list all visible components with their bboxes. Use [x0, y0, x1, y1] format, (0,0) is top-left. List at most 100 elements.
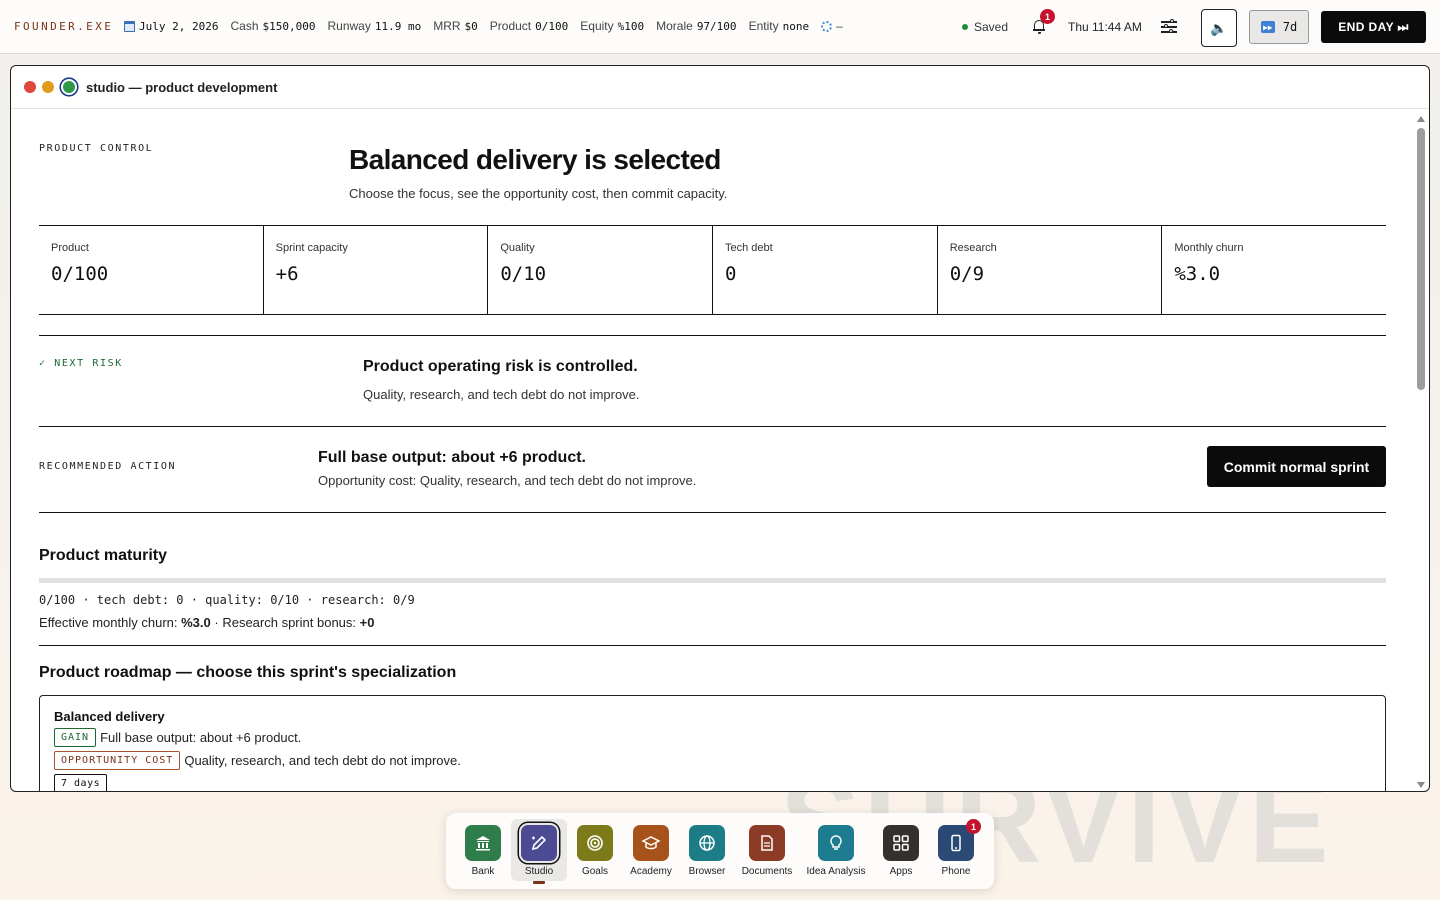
dock-item-academy[interactable]: Academy — [623, 819, 679, 881]
lightbulb-icon — [818, 825, 854, 861]
stat-label: Equity — [580, 19, 614, 33]
active-indicator — [533, 881, 545, 884]
dock-item-idea-analysis[interactable]: Idea Analysis — [803, 819, 869, 881]
minimize-window-button[interactable] — [42, 81, 54, 93]
dock-item-browser[interactable]: Browser — [679, 819, 735, 881]
scroll-up-arrow-icon[interactable] — [1417, 116, 1425, 122]
recommended-action-kicker: RECOMMENDED ACTION — [39, 461, 177, 472]
clock: Thu 11:44 AM — [1068, 20, 1142, 34]
gain-tag: GAIN — [54, 728, 97, 747]
stat-equity: Equity %100 — [580, 19, 644, 33]
stat-label: Morale — [656, 19, 693, 33]
save-status-label: Saved — [974, 20, 1009, 34]
stat-product: Product 0/100 — [490, 19, 568, 33]
studio-window: studio — product development PRODUCT CON… — [10, 65, 1430, 792]
stat-label: MRR — [433, 19, 461, 33]
stat-label: Cash — [230, 19, 259, 33]
duration-tag: 7 days — [54, 774, 108, 791]
sound-toggle-button[interactable]: 🔈 — [1201, 9, 1237, 47]
metric-label: Product — [51, 242, 89, 254]
end-day-button[interactable]: END DAY ⏭ — [1321, 11, 1426, 43]
notifications-button[interactable]: 1 — [1030, 9, 1055, 38]
divider — [39, 645, 1386, 646]
window-title: studio — product development — [86, 79, 278, 95]
cost-text: Quality, research, and tech debt do not … — [184, 753, 461, 768]
gain-text: Full base output: about +6 product. — [100, 730, 302, 745]
roadmap-option-title: Balanced delivery — [54, 709, 165, 724]
next-risk-title: Product operating risk is controlled. — [363, 358, 638, 375]
cost-row: OPPORTUNITY COST Quality, research, and … — [54, 751, 1371, 770]
close-window-button[interactable] — [24, 81, 36, 93]
stat-label: Entity — [748, 19, 779, 33]
page-title: Balanced delivery is selected — [349, 144, 721, 175]
metric-value: +6 — [275, 263, 299, 285]
top-bar: FOUNDER.EXE July 2, 2026 Cash $150,000 Ru… — [0, 0, 1440, 54]
dock-item-bank[interactable]: Bank — [455, 819, 511, 881]
target-icon — [577, 825, 613, 861]
globe-icon — [689, 825, 725, 861]
page-subtitle: Choose the focus, see the opportunity co… — [349, 186, 728, 201]
dock-item-phone[interactable]: 1 Phone — [928, 819, 984, 881]
metric-label: Tech debt — [725, 242, 773, 254]
pen-tool-icon — [521, 825, 557, 861]
time-speed-button[interactable]: ▶▶ 7d — [1249, 10, 1309, 44]
dock-label: Academy — [630, 866, 672, 877]
bonus-value: +0 — [359, 615, 375, 630]
time-speed-label: 7d — [1282, 20, 1298, 34]
maturity-progress-bar — [39, 578, 1386, 583]
metric-monthly-churn: Monthly churn %3.0 — [1161, 226, 1386, 314]
next-risk-subtitle: Quality, research, and tech debt do not … — [363, 387, 640, 402]
commit-sprint-button[interactable]: Commit normal sprint — [1207, 446, 1386, 487]
gain-row: GAIN Full base output: about +6 product. — [54, 728, 1371, 747]
recommended-action-title: Full base output: about +6 product. — [318, 449, 586, 466]
scroll-down-arrow-icon[interactable] — [1417, 782, 1425, 788]
metric-label: Sprint capacity — [275, 242, 348, 254]
sync-icon — [821, 20, 833, 32]
notification-badge: 1 — [1040, 9, 1055, 24]
sync-value: – — [836, 19, 843, 33]
metric-tech-debt: Tech debt 0 — [712, 226, 937, 314]
dock-item-goals[interactable]: Goals — [567, 819, 623, 881]
stat-mrr: MRR $0 — [433, 19, 478, 33]
recommended-action-section: RECOMMENDED ACTION Full base output: abo… — [39, 427, 1386, 513]
dock-item-studio[interactable]: Studio — [511, 819, 567, 884]
bonus-label: · Research sprint bonus: — [214, 615, 357, 630]
dock-item-apps[interactable]: Apps — [873, 819, 929, 881]
stat-label: Runway — [327, 19, 371, 33]
churn-label: Effective monthly churn: — [39, 615, 178, 630]
settings-sliders-icon[interactable] — [1161, 19, 1177, 33]
stat-sync: – — [821, 19, 843, 33]
stat-cash: Cash $150,000 — [230, 19, 315, 33]
scrollbar-thumb[interactable] — [1417, 128, 1425, 390]
app-brand: FOUNDER.EXE — [14, 20, 114, 33]
phone-icon: 1 — [938, 819, 981, 861]
stat-value: 11.9 mo — [374, 19, 422, 33]
metric-sprint-capacity: Sprint capacity +6 — [262, 226, 488, 314]
bank-icon — [465, 825, 501, 861]
section-kicker: PRODUCT CONTROL — [39, 143, 154, 154]
next-risk-kicker: ✓ NEXT RISK — [39, 358, 123, 369]
metric-product: Product 0/100 — [39, 226, 263, 314]
stat-morale: Morale 97/100 — [656, 19, 736, 33]
stat-value: 0/100 — [535, 19, 569, 33]
maximize-window-button[interactable] — [63, 81, 75, 93]
document-icon — [749, 825, 785, 861]
stat-value: $0 — [464, 19, 478, 33]
metric-value: 0/100 — [51, 263, 109, 285]
metric-value: %3.0 — [1174, 263, 1221, 285]
next-risk-section: ✓ NEXT RISK Product operating risk is co… — [39, 335, 1386, 427]
churn-value: %3.0 — [181, 615, 211, 630]
metric-value: 0/9 — [949, 263, 985, 285]
stat-label: Product — [489, 19, 532, 33]
dock-label: Idea Analysis — [806, 866, 866, 877]
dock-label: Browser — [688, 866, 726, 877]
metric-label: Monthly churn — [1174, 242, 1244, 254]
recommended-action-subtitle: Opportunity cost: Quality, research, and… — [318, 473, 697, 488]
dock-item-documents[interactable]: Documents — [735, 819, 799, 881]
vertical-scrollbar[interactable] — [1414, 114, 1428, 790]
fast-forward-icon: ▶▶ — [1260, 21, 1275, 33]
app-dock: Bank Studio Goals Academy Browser Docume… — [446, 813, 994, 889]
maturity-title: Product maturity — [39, 547, 168, 564]
stat-value: none — [782, 19, 810, 33]
roadmap-option-balanced[interactable]: Balanced delivery GAIN Full base output:… — [39, 695, 1386, 791]
